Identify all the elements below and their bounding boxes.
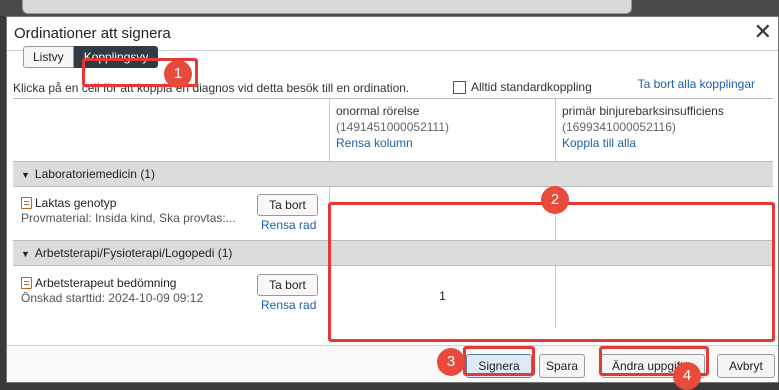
caret-down-icon: ▼ <box>21 170 30 180</box>
link-grid: onormal rörelse (1491451000052111) Rensa… <box>13 98 773 353</box>
close-icon[interactable]: ✕ <box>754 21 772 43</box>
remove-all-links-link[interactable]: Ta bort alla kopplingar <box>638 77 755 91</box>
order-detail: Provmaterial: Insida kind, Ska provtas:.… <box>21 211 236 225</box>
link-to-all-link[interactable]: Koppla till alla <box>562 135 724 151</box>
diagnosis-name: onormal rörelse <box>336 104 420 118</box>
order-name: Laktas genotyp <box>35 196 117 210</box>
order-row-info: Arbetsterapeut bedömning Önskad starttid… <box>21 276 203 306</box>
diagnosis-code: (1491451000052111) <box>336 120 449 134</box>
background-app-bar <box>0 0 779 16</box>
sign-button[interactable]: Signera <box>466 354 532 378</box>
clear-column-link[interactable]: Rensa kolumn <box>336 135 449 151</box>
clear-row-link[interactable]: Rensa rad <box>261 218 316 232</box>
cancel-button[interactable]: Avbryt <box>717 354 775 378</box>
hint-text: Klicka på en cell för att koppla en diag… <box>13 81 410 95</box>
order-row-info: Laktas genotyp Provmaterial: Insida kind… <box>21 196 236 226</box>
link-cell[interactable]: 1 <box>330 267 555 327</box>
remove-order-button[interactable]: Ta bort <box>257 194 318 216</box>
diagnosis-code: (1699341000052116) <box>562 120 676 134</box>
caret-down-icon: ▼ <box>21 249 30 259</box>
list-view-button[interactable]: Listvy <box>23 46 74 68</box>
dialog-title: Ordinationer att signera <box>14 25 171 42</box>
order-group-header[interactable]: ▼ Laboratoriemedicin (1) <box>13 161 773 187</box>
diagnosis-column-header: onormal rörelse (1491451000052111) Rensa… <box>336 103 449 151</box>
order-group-header[interactable]: ▼ Arbetsterapi/Fysioterapi/Logopedi (1) <box>13 240 773 266</box>
order-name: Arbetsterapeut bedömning <box>35 276 177 290</box>
standard-link-checkbox[interactable] <box>453 80 466 94</box>
callout-badge: 2 <box>541 186 569 214</box>
link-view-button[interactable]: Kopplingsvy <box>73 46 159 68</box>
diagnosis-column-header: primär binjurebarksinsufficiens (1699341… <box>562 103 724 151</box>
view-toggle: Listvy Kopplingsvy <box>23 46 159 70</box>
hint-row: Klicka på en cell för att koppla en diag… <box>13 77 763 97</box>
standard-link-label: Alltid standardkoppling <box>471 80 592 94</box>
diagnosis-name: primär binjurebarksinsufficiens <box>562 104 724 118</box>
group-label: Laboratoriemedicin (1) <box>34 167 155 181</box>
link-cell[interactable] <box>556 267 773 327</box>
order-document-icon <box>21 277 32 289</box>
callout-badge: 1 <box>164 60 192 88</box>
group-label: Arbetsterapi/Fysioterapi/Logopedi (1) <box>34 246 233 260</box>
clear-row-link[interactable]: Rensa rad <box>261 298 316 312</box>
order-detail: Önskad starttid: 2024-10-09 09:12 <box>21 291 204 305</box>
standard-link-option[interactable]: Alltid standardkoppling <box>453 80 592 94</box>
sign-orders-dialog: Ordinationer att signera ✕ Listvy Koppli… <box>6 16 779 383</box>
link-cell[interactable] <box>330 188 555 236</box>
remove-order-button[interactable]: Ta bort <box>257 274 318 296</box>
callout-badge: 3 <box>437 348 465 376</box>
callout-badge: 4 <box>673 362 701 390</box>
save-button[interactable]: Spara <box>539 354 585 378</box>
dialog-footer: Signera Spara Ändra uppgifter Avbryt <box>7 345 778 382</box>
link-cell[interactable] <box>556 188 773 236</box>
order-document-icon <box>21 197 32 209</box>
